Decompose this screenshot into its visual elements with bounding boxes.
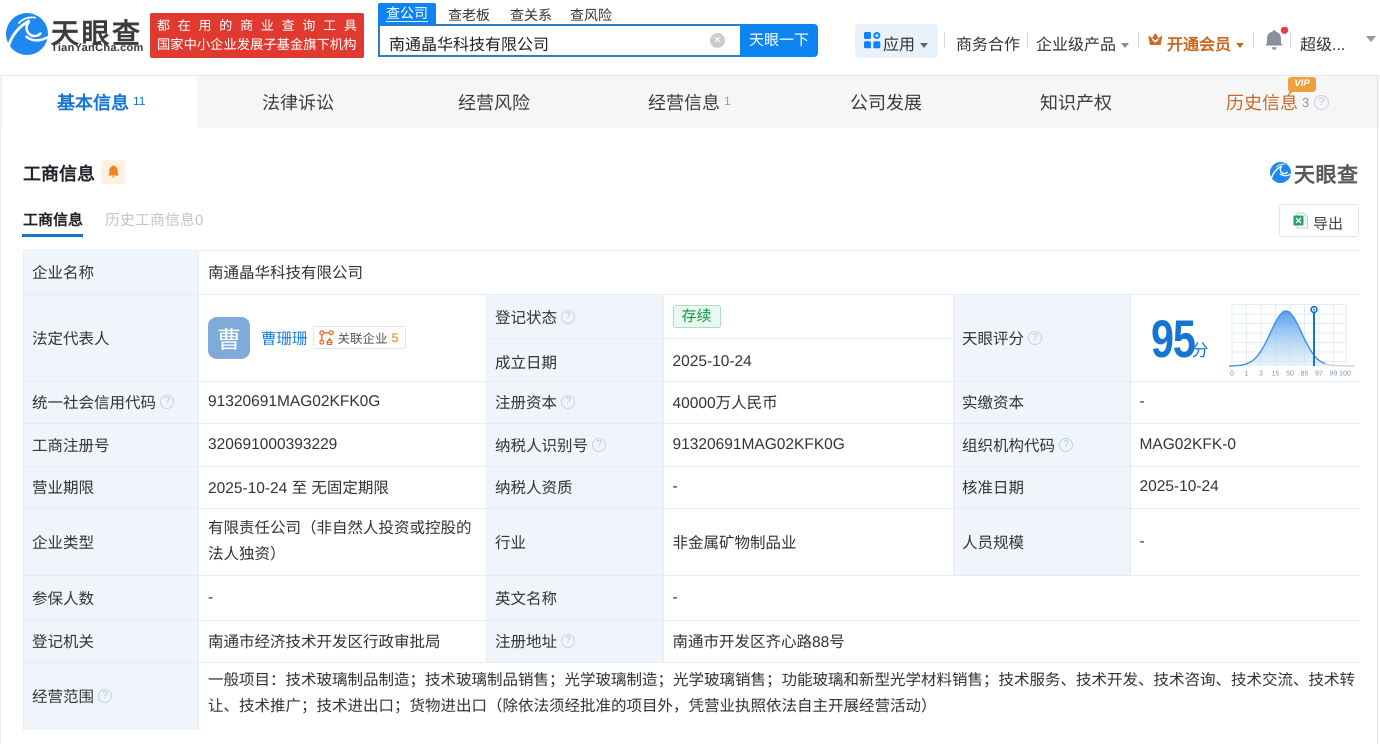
- svg-text:85: 85: [1300, 371, 1308, 378]
- svg-text:99: 99: [1329, 371, 1337, 378]
- svg-text:100: 100: [1339, 371, 1351, 378]
- svg-text:15: 15: [1271, 371, 1279, 378]
- svg-text:50: 50: [1286, 371, 1294, 378]
- svg-text:1: 1: [1244, 371, 1248, 378]
- svg-text:0: 0: [1230, 371, 1234, 378]
- svg-text:97: 97: [1315, 371, 1323, 378]
- svg-text:3: 3: [1259, 371, 1263, 378]
